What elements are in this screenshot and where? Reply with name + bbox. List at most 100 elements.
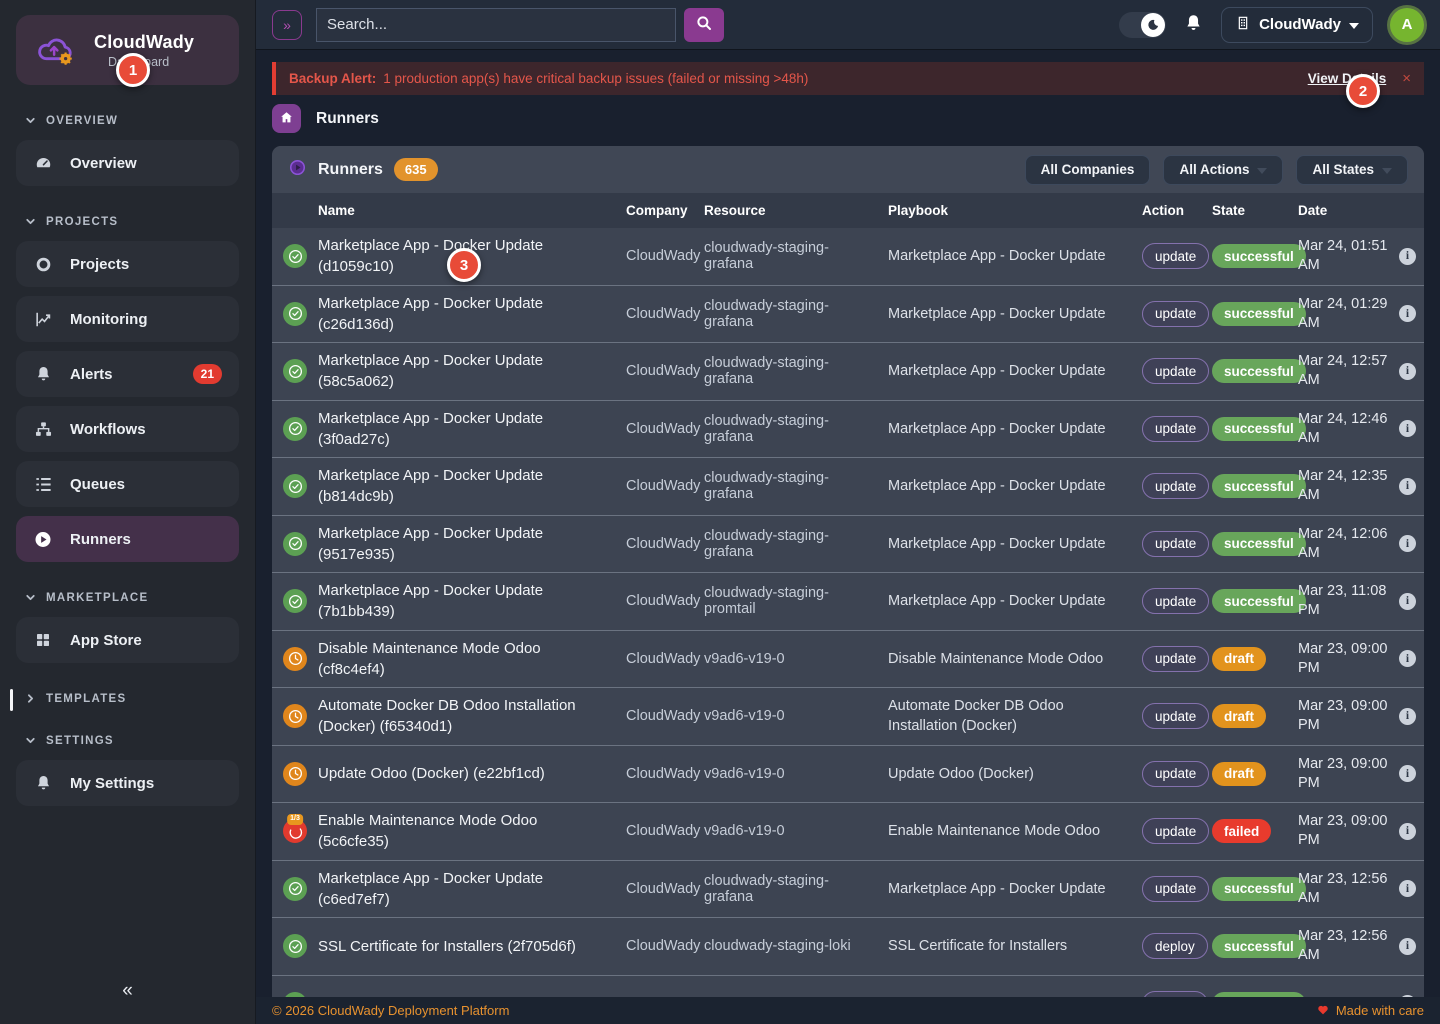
- chart-icon: [33, 310, 53, 329]
- action-badge: update: [1142, 818, 1209, 844]
- cell-info: i: [1393, 593, 1424, 610]
- chevron-down-icon: [1349, 16, 1359, 33]
- sidebar-item-runners[interactable]: Runners: [16, 516, 239, 562]
- org-selector[interactable]: CloudWady: [1221, 7, 1373, 43]
- cell-state: successful: [1212, 532, 1298, 556]
- runner-name: Enable Maintenance Mode Odoo (5c6cfe35): [318, 810, 626, 852]
- cell-playbook: Enable Maintenance Mode Odoo: [888, 821, 1142, 841]
- sidebar-section-projects[interactable]: PROJECTS: [24, 215, 231, 228]
- runners-count-badge: 635: [394, 158, 438, 181]
- cell-date: Mar 24, 01:29 AM: [1298, 295, 1393, 333]
- info-icon[interactable]: i: [1399, 765, 1416, 782]
- info-icon[interactable]: i: [1399, 823, 1416, 840]
- cell-info: i: [1393, 708, 1424, 725]
- main-area: »: [256, 0, 1440, 1024]
- cell-info: i: [1393, 535, 1424, 552]
- sidebar-item-workflows[interactable]: Workflows: [16, 406, 239, 452]
- state-badge: draft: [1212, 704, 1266, 728]
- column-header-resource: Resource: [704, 203, 888, 218]
- sidebar-item-queues[interactable]: Queues: [16, 461, 239, 507]
- cell-company: CloudWady: [626, 421, 704, 437]
- cell-info: i: [1393, 248, 1424, 265]
- info-icon[interactable]: i: [1399, 305, 1416, 322]
- info-icon[interactable]: i: [1399, 420, 1416, 437]
- annotation-marker-3: 3: [447, 248, 481, 282]
- sidebar-section-overview[interactable]: OVERVIEW: [24, 114, 231, 127]
- sidebar-item-app-store[interactable]: App Store: [16, 617, 239, 663]
- cell-status: [272, 934, 318, 958]
- runner-name: Marketplace App - Docker Update (c6ed7ef…: [318, 868, 626, 910]
- filter-all-companies[interactable]: All Companies: [1025, 155, 1151, 185]
- sidebar-item-my-settings[interactable]: My Settings: [16, 760, 239, 806]
- info-icon[interactable]: i: [1399, 363, 1416, 380]
- table-row[interactable]: Disable Maintenance Mode Odoo (cf8c4ef4)…: [272, 631, 1424, 689]
- sidebar-item-overview[interactable]: Overview: [16, 140, 239, 186]
- cell-playbook: Disable Maintenance Mode Odoo: [888, 649, 1142, 669]
- cell-playbook: Marketplace App - Docker Update: [888, 419, 1142, 439]
- cell-action: update: [1142, 703, 1212, 729]
- info-icon[interactable]: i: [1399, 650, 1416, 667]
- search-icon: [695, 14, 713, 35]
- table-row[interactable]: Marketplace App - Docker Update (7b1bb43…: [272, 573, 1424, 631]
- status-failed-icon: 1/3: [283, 819, 307, 843]
- cell-status: [272, 474, 318, 498]
- runner-name: Disable Maintenance Mode Odoo (cf8c4ef4): [318, 638, 626, 680]
- cell-info: i: [1393, 880, 1424, 897]
- sidebar-section-marketplace[interactable]: MARKETPLACE: [24, 591, 231, 604]
- cell-state: successful: [1212, 589, 1298, 613]
- cell-date: Mar 23, 11:08 PM: [1298, 582, 1393, 620]
- info-icon[interactable]: i: [1399, 938, 1416, 955]
- runner-name: Marketplace App - Docker Update (58c5a06…: [318, 350, 626, 392]
- sidebar-section-templates[interactable]: TEMPLATES: [24, 692, 231, 705]
- info-icon[interactable]: i: [1399, 535, 1416, 552]
- table-row[interactable]: Update Odoo (Docker) (e22bf1cd)CloudWady…: [272, 746, 1424, 804]
- table-row[interactable]: Marketplace App - Docker Update (d1059c1…: [272, 228, 1424, 286]
- table-row[interactable]: Marketplace App - Docker Update (c6ed7ef…: [272, 861, 1424, 919]
- user-avatar[interactable]: A: [1390, 8, 1424, 42]
- sidebar-item-alerts[interactable]: Alerts21: [16, 351, 239, 397]
- app-root: CloudWady Dashboard OVERVIEWOverviewPROJ…: [0, 0, 1440, 1024]
- sidebar-item-label: Projects: [70, 256, 129, 273]
- info-icon[interactable]: i: [1399, 478, 1416, 495]
- column-header-state: State: [1212, 203, 1298, 218]
- filter-all-actions[interactable]: All Actions: [1163, 155, 1283, 185]
- status-success-icon: [283, 474, 307, 498]
- cell-company: CloudWady: [626, 593, 704, 609]
- dark-mode-toggle[interactable]: [1119, 12, 1166, 38]
- sidebar-collapse-button[interactable]: «: [110, 976, 145, 1006]
- table-row[interactable]: Marketplace App - Docker Update (c26d136…: [272, 286, 1424, 344]
- table-row[interactable]: Automate Docker DB Odoo Installation (Do…: [272, 688, 1424, 746]
- sidebar-item-label: Queues: [70, 476, 125, 493]
- state-badge: successful: [1212, 417, 1306, 441]
- search-button[interactable]: [684, 8, 724, 42]
- info-icon[interactable]: i: [1399, 248, 1416, 265]
- info-icon[interactable]: i: [1399, 593, 1416, 610]
- sidebar-expand-button[interactable]: »: [272, 10, 302, 40]
- cell-playbook: SSL Certificate for Installers: [888, 936, 1142, 956]
- info-icon[interactable]: i: [1399, 708, 1416, 725]
- info-icon[interactable]: i: [1399, 880, 1416, 897]
- table-row[interactable]: Marketplace App - Docker Update (58c5a06…: [272, 343, 1424, 401]
- search-input[interactable]: [316, 8, 676, 42]
- action-badge: update: [1142, 243, 1209, 269]
- filter-all-states[interactable]: All States: [1296, 155, 1408, 185]
- table-row[interactable]: Marketplace App - Docker Update (b814dc9…: [272, 458, 1424, 516]
- action-badge: update: [1142, 588, 1209, 614]
- alert-close-button[interactable]: ×: [1402, 70, 1411, 87]
- sidebar-item-monitoring[interactable]: Monitoring: [16, 296, 239, 342]
- cell-state: successful: [1212, 417, 1298, 441]
- sidebar-item-projects[interactable]: Projects: [16, 241, 239, 287]
- runner-name: Marketplace App - Docker Update (b814dc9…: [318, 465, 626, 507]
- cell-status: [272, 589, 318, 613]
- status-success-icon: [283, 417, 307, 441]
- sidebar-section-settings[interactable]: SETTINGS: [24, 734, 231, 747]
- table-row[interactable]: Marketplace App - Docker Update (3f0ad27…: [272, 401, 1424, 459]
- table-row[interactable]: Marketplace App - Docker Update (9517e93…: [272, 516, 1424, 574]
- notifications-button[interactable]: [1183, 13, 1204, 37]
- cell-resource: v9ad6-v19-0: [704, 823, 888, 839]
- home-button[interactable]: [272, 104, 301, 133]
- cell-date: Mar 24, 12:46 AM: [1298, 410, 1393, 448]
- cell-resource: cloudwady-staging-grafana: [704, 528, 888, 560]
- table-row[interactable]: 1/3 Enable Maintenance Mode Odoo (5c6cfe3…: [272, 803, 1424, 861]
- table-row[interactable]: SSL Certificate for Installers (2f705d6f…: [272, 918, 1424, 976]
